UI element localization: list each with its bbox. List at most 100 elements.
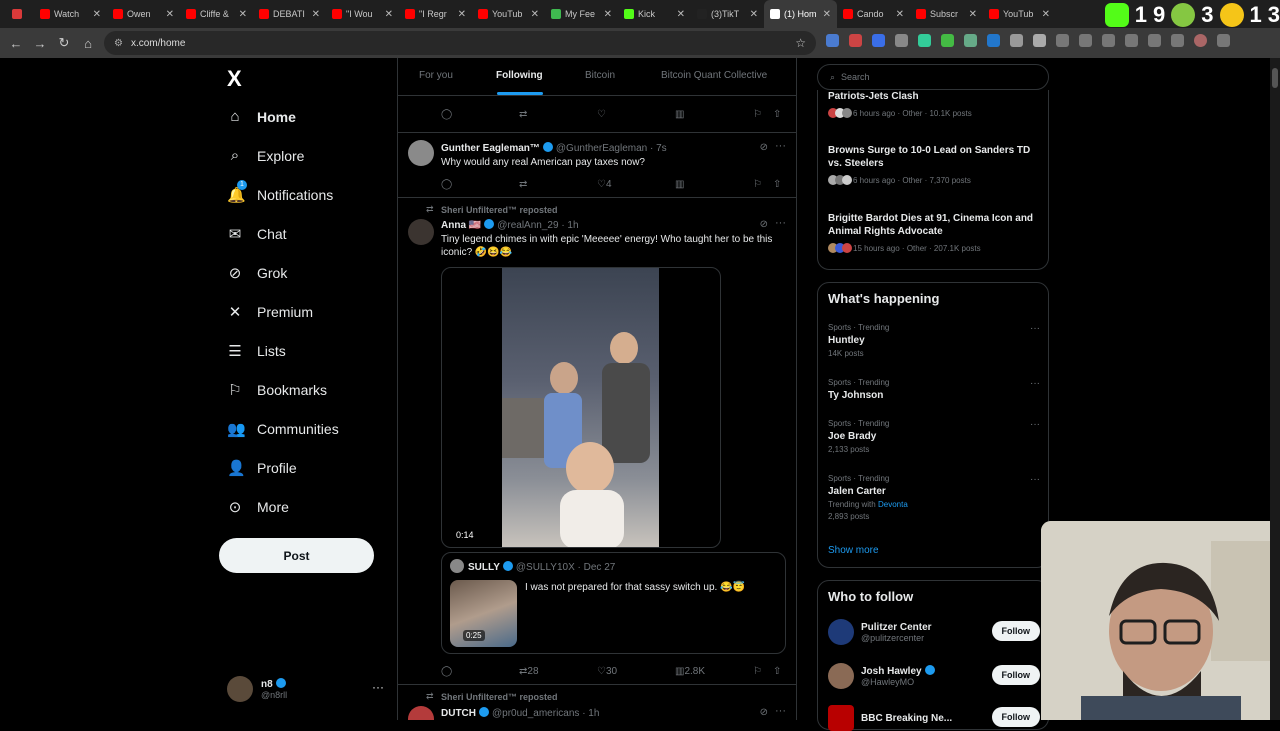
close-icon[interactable]: ✕ [385,9,393,20]
nav-item-home[interactable]: ⌂ Home [227,108,295,125]
bookmark-icon[interactable]: ⚐ [753,179,762,190]
browser-tab[interactable]: Cliffe & ✕ [180,0,253,28]
bookmark-icon[interactable]: ⚐ [753,666,762,677]
address-bar[interactable]: ⚙ x.com/home ☆ [104,31,816,55]
search-input[interactable]: ⌕ Search [817,64,1049,90]
account-switcher[interactable]: n8 @n8rll ··· [227,676,384,702]
browser-tab[interactable]: DEBATI ✕ [253,0,326,28]
sidebar-icon[interactable] [1125,34,1138,47]
repost-label[interactable]: Sheri Unfiltered™ reposted [441,692,558,702]
follow-suggestion[interactable]: BBC Breaking Ne... Follow [828,705,1040,731]
news-item[interactable]: Brigitte Bardot Dies at 91, Cinema Icon … [828,212,1040,253]
views-icon[interactable]: ▥ [675,109,684,120]
nav-item-chat[interactable]: ✉ Chat [227,225,287,243]
follow-button[interactable]: Follow [991,621,1040,641]
nav-item-bookmarks[interactable]: ⚐ Bookmarks [227,381,327,399]
quoted-tweet[interactable]: SULLY @SULLY10X · Dec 27 0:25 I was not p… [441,552,786,654]
x-logo-icon[interactable]: X [227,66,242,92]
trend-item[interactable]: Sports · Trending Jalen Carter Trending … [828,474,1040,521]
repost-label[interactable]: Sheri Unfiltered™ reposted [441,205,558,215]
tweet-author[interactable]: Gunther Eagleman™ @GuntherEagleman · 7s [441,142,667,154]
bookmark-icon[interactable]: ⚐ [753,109,762,120]
avatar[interactable] [408,706,434,720]
grok-icon[interactable]: ⊘ [760,219,768,230]
nav-item-explore[interactable]: ⌕ Explore [227,147,305,164]
more-dots-icon[interactable]: ··· [775,140,786,152]
browser-tab[interactable]: YouTub ✕ [983,0,1056,28]
nav-item-premium[interactable]: ✕ Premium [227,303,313,321]
extensions-puzzle-icon[interactable] [1033,34,1046,47]
star-icon[interactable]: ☆ [795,36,806,50]
close-icon[interactable]: ✕ [750,9,758,20]
nav-item-more[interactable]: ⊙ More [227,498,289,516]
browser-tab[interactable]: Cando ✕ [837,0,910,28]
like-icon[interactable]: ♡ 4 [597,179,612,190]
profile-avatar-icon[interactable] [1194,34,1207,47]
home-icon[interactable]: ⌂ [76,36,100,51]
close-icon[interactable]: ✕ [312,9,320,20]
extension-icon[interactable] [1010,34,1023,47]
tweet-video[interactable]: 0:14 [441,267,721,548]
close-icon[interactable]: ✕ [896,9,904,20]
browser-tab[interactable]: Owen ✕ [107,0,180,28]
extension-icon[interactable] [895,34,908,47]
trend-item[interactable]: Sports · Trending Joe Brady 2,133 posts … [828,419,1040,454]
grok-icon[interactable]: ⊘ [760,142,768,153]
scrollbar-thumb[interactable] [1272,68,1278,88]
share-icon[interactable]: ⇧ [773,666,781,677]
menu-icon[interactable] [1217,34,1230,47]
close-icon[interactable]: ✕ [531,9,539,20]
site-info-icon[interactable]: ⚙ [114,38,123,49]
quote-author[interactable]: SULLY @SULLY10X · Dec 27 [468,561,615,573]
grok-icon[interactable]: ⊘ [760,707,768,718]
trend-link[interactable]: Devonta [878,500,908,509]
browser-tab[interactable]: "I Wou ✕ [326,0,399,28]
avatar[interactable] [408,140,434,166]
tweet[interactable]: ⇄ Sheri Unfiltered™ reposted DUTCH @pr0ud… [398,686,796,720]
show-more-link[interactable]: Show more [828,545,879,556]
browser-tab[interactable]: "I Regr ✕ [399,0,472,28]
reply-icon[interactable]: ◯ [441,109,452,120]
tweet[interactable]: Gunther Eagleman™ @GuntherEagleman · 7s ⊘… [398,134,796,198]
more-dots-icon[interactable]: ··· [775,217,786,229]
browser-tab[interactable]: (3)TikT ✕ [691,0,764,28]
forward-icon[interactable]: → [28,36,52,51]
close-icon[interactable]: ✕ [166,9,174,20]
extension-icon[interactable] [918,34,931,47]
extension-icon[interactable] [964,34,977,47]
retweet-icon[interactable]: ⇄ 28 [519,666,539,677]
tweet-author[interactable]: DUTCH @pr0ud_americans · 1h [441,707,599,719]
nav-item-notifications[interactable]: 🔔 1 Notifications [227,180,333,204]
reply-icon[interactable]: ◯ [441,666,452,677]
back-icon[interactable]: ← [4,36,28,51]
tweet[interactable]: ◯ ⇄ ♡ ▥ ⚐ ⇧ [398,96,796,133]
more-dots-icon[interactable]: ··· [372,680,384,694]
extension-icon[interactable] [1079,34,1092,47]
browser-tab[interactable]: Kick ✕ [618,0,691,28]
extension-icon[interactable] [872,34,885,47]
nav-item-grok[interactable]: ⊘ Grok [227,264,288,282]
share-icon[interactable]: ⇧ [773,109,781,120]
trend-item[interactable]: Sports · Trending Huntley 14K posts ··· [828,323,1040,358]
like-icon[interactable]: ♡ [597,109,606,120]
close-icon[interactable]: ✕ [93,9,101,20]
quote-video-thumbnail[interactable]: 0:25 [450,580,517,647]
close-icon[interactable]: ✕ [239,9,247,20]
browser-tab[interactable]: My Fee ✕ [545,0,618,28]
reload-icon[interactable]: ↻ [52,35,76,51]
retweet-icon[interactable]: ⇄ [519,179,527,190]
avatar[interactable] [408,219,434,245]
views-icon[interactable]: ▥ 2.8K [675,666,705,677]
post-button[interactable]: Post [219,538,374,573]
tab-for-you[interactable]: For you [419,70,453,81]
extension-icon[interactable] [849,34,862,47]
nav-item-communities[interactable]: 👥 Communities [227,420,339,438]
more-dots-icon[interactable]: ··· [775,705,786,717]
browser-tab[interactable]: YouTub ✕ [472,0,545,28]
news-item[interactable]: Patriots-Jets Clash 6 hours ago · Other … [828,90,1040,118]
extension-icon[interactable] [1171,34,1184,47]
tab-following[interactable]: Following [496,70,543,81]
browser-tab[interactable]: Watch ✕ [34,0,107,28]
close-icon[interactable]: ✕ [1042,9,1050,20]
nav-item-profile[interactable]: 👤 Profile [227,459,297,477]
